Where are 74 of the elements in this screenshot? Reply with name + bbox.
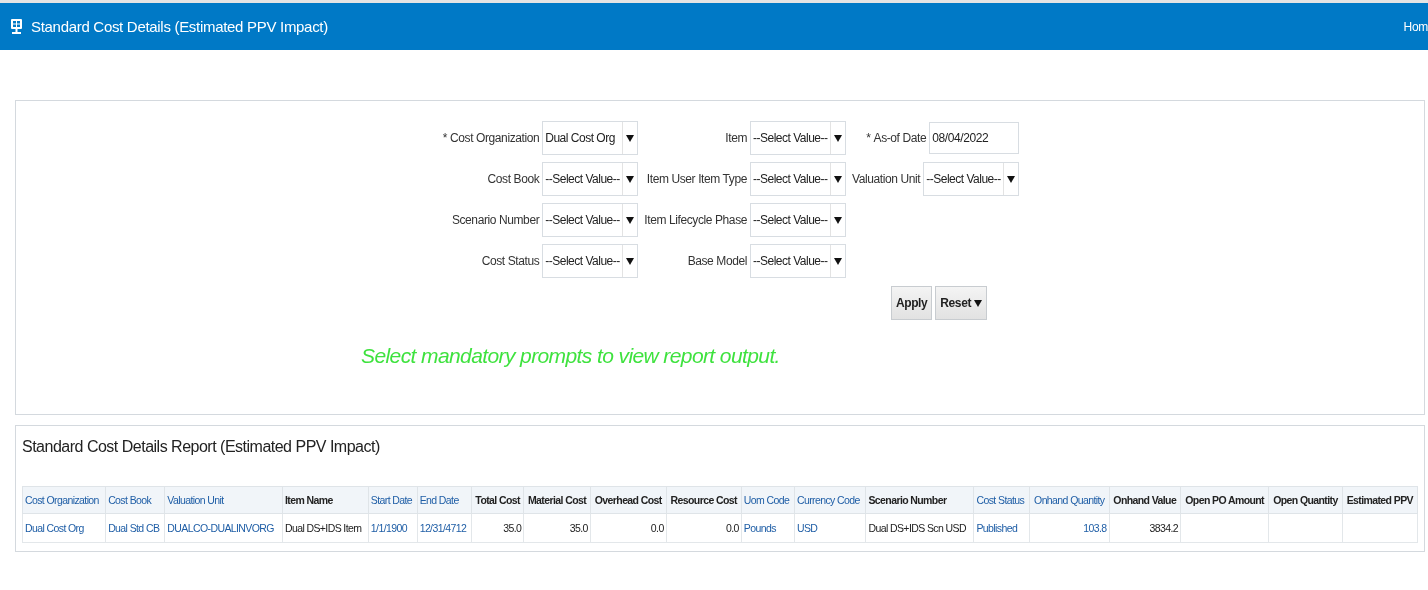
field-label: Cost Organization	[450, 131, 540, 145]
column-header: Material Cost	[523, 486, 591, 514]
link-cell[interactable]: Dual Std CB	[105, 513, 165, 543]
select-dropdown[interactable]: --Select Value--	[750, 121, 846, 155]
column-header: Total Cost	[471, 486, 524, 514]
link-cell[interactable]: 103.8	[1029, 513, 1109, 543]
link-cell[interactable]: DUALCO-DUALINVORG	[164, 513, 283, 543]
date-field[interactable]: 08/04/2022	[929, 122, 1020, 154]
link-cell[interactable]: USD	[794, 513, 866, 543]
report-title: Standard Cost Details Report (Estimated PPV Impact)	[22, 438, 381, 456]
sortable-column-header[interactable]: Valuation Unit	[164, 486, 283, 514]
field-label: Cost Status	[481, 254, 540, 268]
sortable-column-header[interactable]: Cost Status	[973, 486, 1030, 514]
field-label: Valuation Unit	[852, 172, 921, 186]
menu-button[interactable]: Reset	[935, 286, 987, 320]
sortable-column-header[interactable]: Onhand Quantity	[1029, 486, 1109, 514]
link-cell[interactable]: Pounds	[741, 513, 795, 543]
caret-icon	[626, 216, 635, 224]
link-cell[interactable]: 12/31/4712	[417, 513, 472, 543]
table-cell: 35.0	[523, 513, 591, 543]
field-label: As-of Date	[873, 131, 927, 145]
field-label: Scenario Number	[451, 213, 540, 227]
select-dropdown[interactable]: --Select Value--	[923, 162, 1020, 196]
required-mark: *	[442, 131, 448, 145]
field-label: Cost Book	[487, 172, 540, 186]
table-cell: 0.0	[666, 513, 742, 543]
select-dropdown[interactable]: Dual Cost Org	[542, 121, 639, 155]
table-cell: 3834.2	[1109, 513, 1181, 543]
table-cell: 35.0	[471, 513, 524, 543]
link-cell[interactable]: 1/1/1900	[368, 513, 418, 543]
column-header: Open Quantity	[1268, 486, 1343, 514]
table-cell: Dual DS+IDS Scn USD	[865, 513, 974, 543]
caret-icon	[1007, 175, 1016, 183]
column-header: Scenario Number	[865, 486, 974, 514]
caret-icon	[834, 134, 842, 142]
caret-icon	[974, 299, 982, 307]
sortable-column-header[interactable]: End Date	[417, 486, 472, 514]
field-label: Item	[725, 131, 747, 145]
required-mark: *	[866, 131, 871, 145]
sortable-column-header[interactable]: Cost Book	[105, 486, 165, 514]
sortable-column-header[interactable]: Currency Code	[794, 486, 866, 514]
column-header: Open PO Amount	[1180, 486, 1269, 514]
column-header: Estimated PPV	[1342, 486, 1418, 514]
monitor-icon	[10, 18, 23, 35]
column-header: Resource Cost	[666, 486, 742, 514]
sortable-column-header[interactable]: Cost Organization	[22, 486, 106, 514]
select-dropdown[interactable]: --Select Value--	[542, 203, 639, 237]
sortable-column-header[interactable]: Start Date	[368, 486, 418, 514]
select-dropdown[interactable]: --Select Value--	[750, 244, 846, 278]
table-cell: 0.0	[590, 513, 667, 543]
field-label: Item User Item Type	[646, 172, 747, 186]
caret-icon	[834, 216, 842, 224]
caret-icon	[626, 257, 635, 265]
select-dropdown[interactable]: --Select Value--	[750, 162, 846, 196]
select-dropdown[interactable]: --Select Value--	[542, 162, 639, 196]
info-message: Select mandatory prompts to view report output.	[361, 344, 781, 368]
table-cell: Dual DS+IDS Item	[282, 513, 369, 543]
apply-button[interactable]: Apply	[890, 286, 933, 320]
caret-icon	[626, 134, 635, 142]
link-cell[interactable]: Dual Cost Org	[22, 513, 106, 543]
field-label: Item Lifecycle Phase	[644, 213, 747, 227]
sortable-column-header[interactable]: Uom Code	[741, 486, 795, 514]
caret-icon	[834, 175, 842, 183]
select-dropdown[interactable]: --Select Value--	[542, 244, 639, 278]
field-label: Base Model	[687, 254, 747, 268]
link-cell[interactable]: Published	[973, 513, 1030, 543]
caret-icon	[626, 175, 635, 183]
home-link[interactable]: Hom	[1403, 19, 1428, 34]
select-dropdown[interactable]: --Select Value--	[750, 203, 846, 237]
column-header: Overhead Cost	[590, 486, 667, 514]
column-header: Onhand Value	[1109, 486, 1181, 514]
column-header: Item Name	[282, 486, 369, 514]
page-title: Standard Cost Details (Estimated PPV Impact)	[31, 18, 329, 35]
caret-icon	[834, 257, 842, 265]
